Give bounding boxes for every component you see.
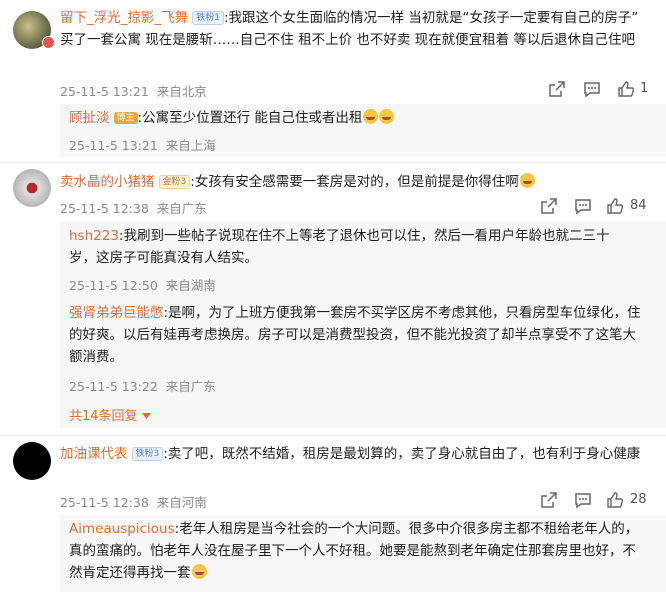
verified-dot-icon [42, 36, 55, 49]
reply-username[interactable]: hsh223 [69, 228, 119, 244]
comment-meta: 25-11-5 12:38 来自广东 [60, 198, 207, 217]
fan-badge[interactable]: 铁粉1 [192, 11, 224, 25]
reply-location: 来自湖南 [165, 278, 216, 293]
author-badge: 博主 [113, 112, 138, 124]
reply-body: hsh223:我刷到一些帖子说现在住不上等老了退休也可以住，然后一看用户年龄也就… [69, 225, 635, 269]
divider [0, 435, 666, 436]
comment-icon[interactable] [574, 491, 592, 509]
reply-username[interactable]: 强肾弟弟巨能憋 [69, 305, 164, 321]
comment-time: 25-11-5 12:38 [60, 201, 149, 216]
reply-time: 25-11-5 12:50 [69, 278, 158, 293]
comment-body: 加油课代表 铁粉3:卖了吧，既然不结婚，租房是最划算的，卖了身心就自由了，也有利于… [60, 443, 646, 465]
comment-location: 来自河南 [156, 495, 207, 510]
comment-username[interactable]: 留下_浮光_掠影_飞舞 [60, 10, 188, 26]
reply-meta: 25-11-5 13:21 来自上海 [69, 135, 216, 154]
laugh-cry-emoji-icon [191, 564, 207, 579]
share-icon[interactable] [540, 491, 558, 509]
fan-badge[interactable]: 金粉3 [158, 175, 191, 189]
thumbs-up-icon[interactable] [606, 197, 624, 215]
comment-icon[interactable] [583, 80, 601, 98]
thumbs-up-icon[interactable] [606, 491, 624, 509]
reply-time: 25-11-5 13:21 [69, 138, 158, 153]
cry-emoji-icon [519, 173, 535, 188]
more-replies-label: 共14条回复 [69, 409, 138, 424]
comment-location: 来自广东 [156, 201, 207, 216]
reply-text: :我刷到一些帖子说现在住不上等老了退休也可以住，然后一看用户年龄也就二三十岁，这… [69, 228, 610, 266]
divider [0, 162, 666, 163]
caret-down-icon [141, 413, 151, 419]
cry-emoji-icon [363, 109, 379, 124]
reply-meta: 25-11-5 12:50 来自湖南 [69, 275, 216, 294]
share-icon[interactable] [548, 80, 566, 98]
reply-text: :公寓至少位置还行 能自己住或者出租 [137, 110, 363, 126]
avatar[interactable] [13, 169, 51, 207]
comment-text: :女孩有安全感需要一套房是对的，但是前提是你得住啊 [190, 174, 519, 190]
cry-emoji-icon [379, 109, 395, 124]
like-count: 84 [630, 198, 647, 213]
more-replies-link[interactable]: 共14条回复 [69, 405, 151, 424]
comment-body: 留下_浮光_掠影_飞舞 铁粉1:我跟这个女生面临的情况一样 当初就是“女孩子一定要… [60, 7, 646, 51]
reply-location: 来自上海 [165, 138, 216, 153]
comment-username[interactable]: 加油课代表 [60, 446, 128, 462]
reply-meta: 25-11-5 13:22 来自广东 [69, 376, 216, 395]
fan-badge[interactable]: 铁粉3 [131, 447, 164, 461]
comment-location: 来自北京 [156, 84, 207, 99]
comment-meta: 25-11-5 13:21 来自北京 [60, 81, 207, 100]
comment-icon[interactable] [574, 197, 592, 215]
like-count: 28 [630, 492, 647, 507]
thumbs-up-icon[interactable] [617, 80, 635, 98]
reply-body: 顾扯淡 博主:公寓至少位置还行 能自己住或者出租 [69, 107, 649, 129]
reply-username[interactable]: Aimeauspicious [69, 521, 175, 537]
avatar[interactable] [13, 442, 51, 480]
comment-text: :卖了吧，既然不结婚，租房是最划算的，卖了身心就自由了，也有利于身心健康 [163, 446, 641, 462]
comment-time: 25-11-5 12:38 [60, 495, 149, 510]
comment-username[interactable]: 卖水晶的小猪猪 [60, 174, 155, 190]
comment-time: 25-11-5 13:21 [60, 84, 149, 99]
reply-body: Aimeauspicious:老年人租房是当今社会的一个大问题。很多中介很多房主… [69, 518, 645, 584]
reply-body: 强肾弟弟巨能憋:是啊，为了上班方便我第一套房不买学区房不考虑其他，只看房型车位绿… [69, 302, 643, 368]
reply-location: 来自广东 [165, 379, 216, 394]
comment-body: 卖水晶的小猪猪 金粉3:女孩有安全感需要一套房是对的，但是前提是你得住啊 [60, 171, 646, 193]
like-count: 1 [640, 81, 649, 96]
reply-username[interactable]: 顾扯淡 [69, 110, 110, 126]
comment-meta: 25-11-5 12:38 来自河南 [60, 492, 207, 511]
reply-time: 25-11-5 13:22 [69, 379, 158, 394]
share-icon[interactable] [540, 197, 558, 215]
